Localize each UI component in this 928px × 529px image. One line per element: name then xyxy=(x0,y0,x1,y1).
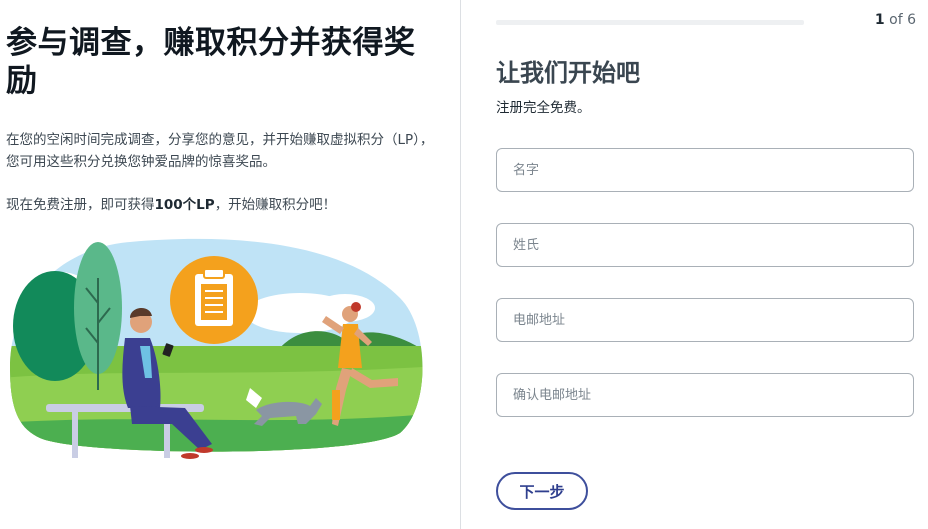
progress-bar xyxy=(496,20,804,25)
first-name-input[interactable] xyxy=(496,148,914,192)
form-title: 让我们开始吧 xyxy=(496,59,640,87)
step-current: 1 xyxy=(874,12,885,28)
confirm-email-input[interactable] xyxy=(496,373,914,417)
park-illustration xyxy=(10,238,423,459)
bonus-amount: 100个LP xyxy=(154,197,215,213)
next-button[interactable]: 下一步 xyxy=(496,472,588,510)
email-input[interactable] xyxy=(496,298,914,342)
step-of-label: of xyxy=(889,12,903,28)
intro-panel: 参与调查，赚取积分并获得奖励 在您的空闲时间完成调查，分享您的意见，并开始赚取虚… xyxy=(0,0,460,529)
step-counter: 1 of 6 xyxy=(875,12,916,28)
intro-description: 在您的空闲时间完成调查，分享您的意见，并开始赚取虚拟积分（LP），您可用这些积分… xyxy=(6,132,434,170)
bonus-suffix: ，开始赚取积分吧！ xyxy=(214,197,337,213)
form-subtitle: 注册完全免费。 xyxy=(496,100,591,116)
step-total: 6 xyxy=(907,12,916,28)
intro-headline: 参与调查，赚取积分并获得奖励 xyxy=(6,25,416,99)
last-name-input[interactable] xyxy=(496,223,914,267)
intro-bonus-text: 现在免费注册，即可获得100个LP，开始赚取积分吧！ xyxy=(6,194,446,216)
signup-panel: 1 of 6 让我们开始吧 注册完全免费。 下一步 xyxy=(461,0,928,529)
bonus-prefix: 现在免费注册，即可获得 xyxy=(6,197,155,213)
